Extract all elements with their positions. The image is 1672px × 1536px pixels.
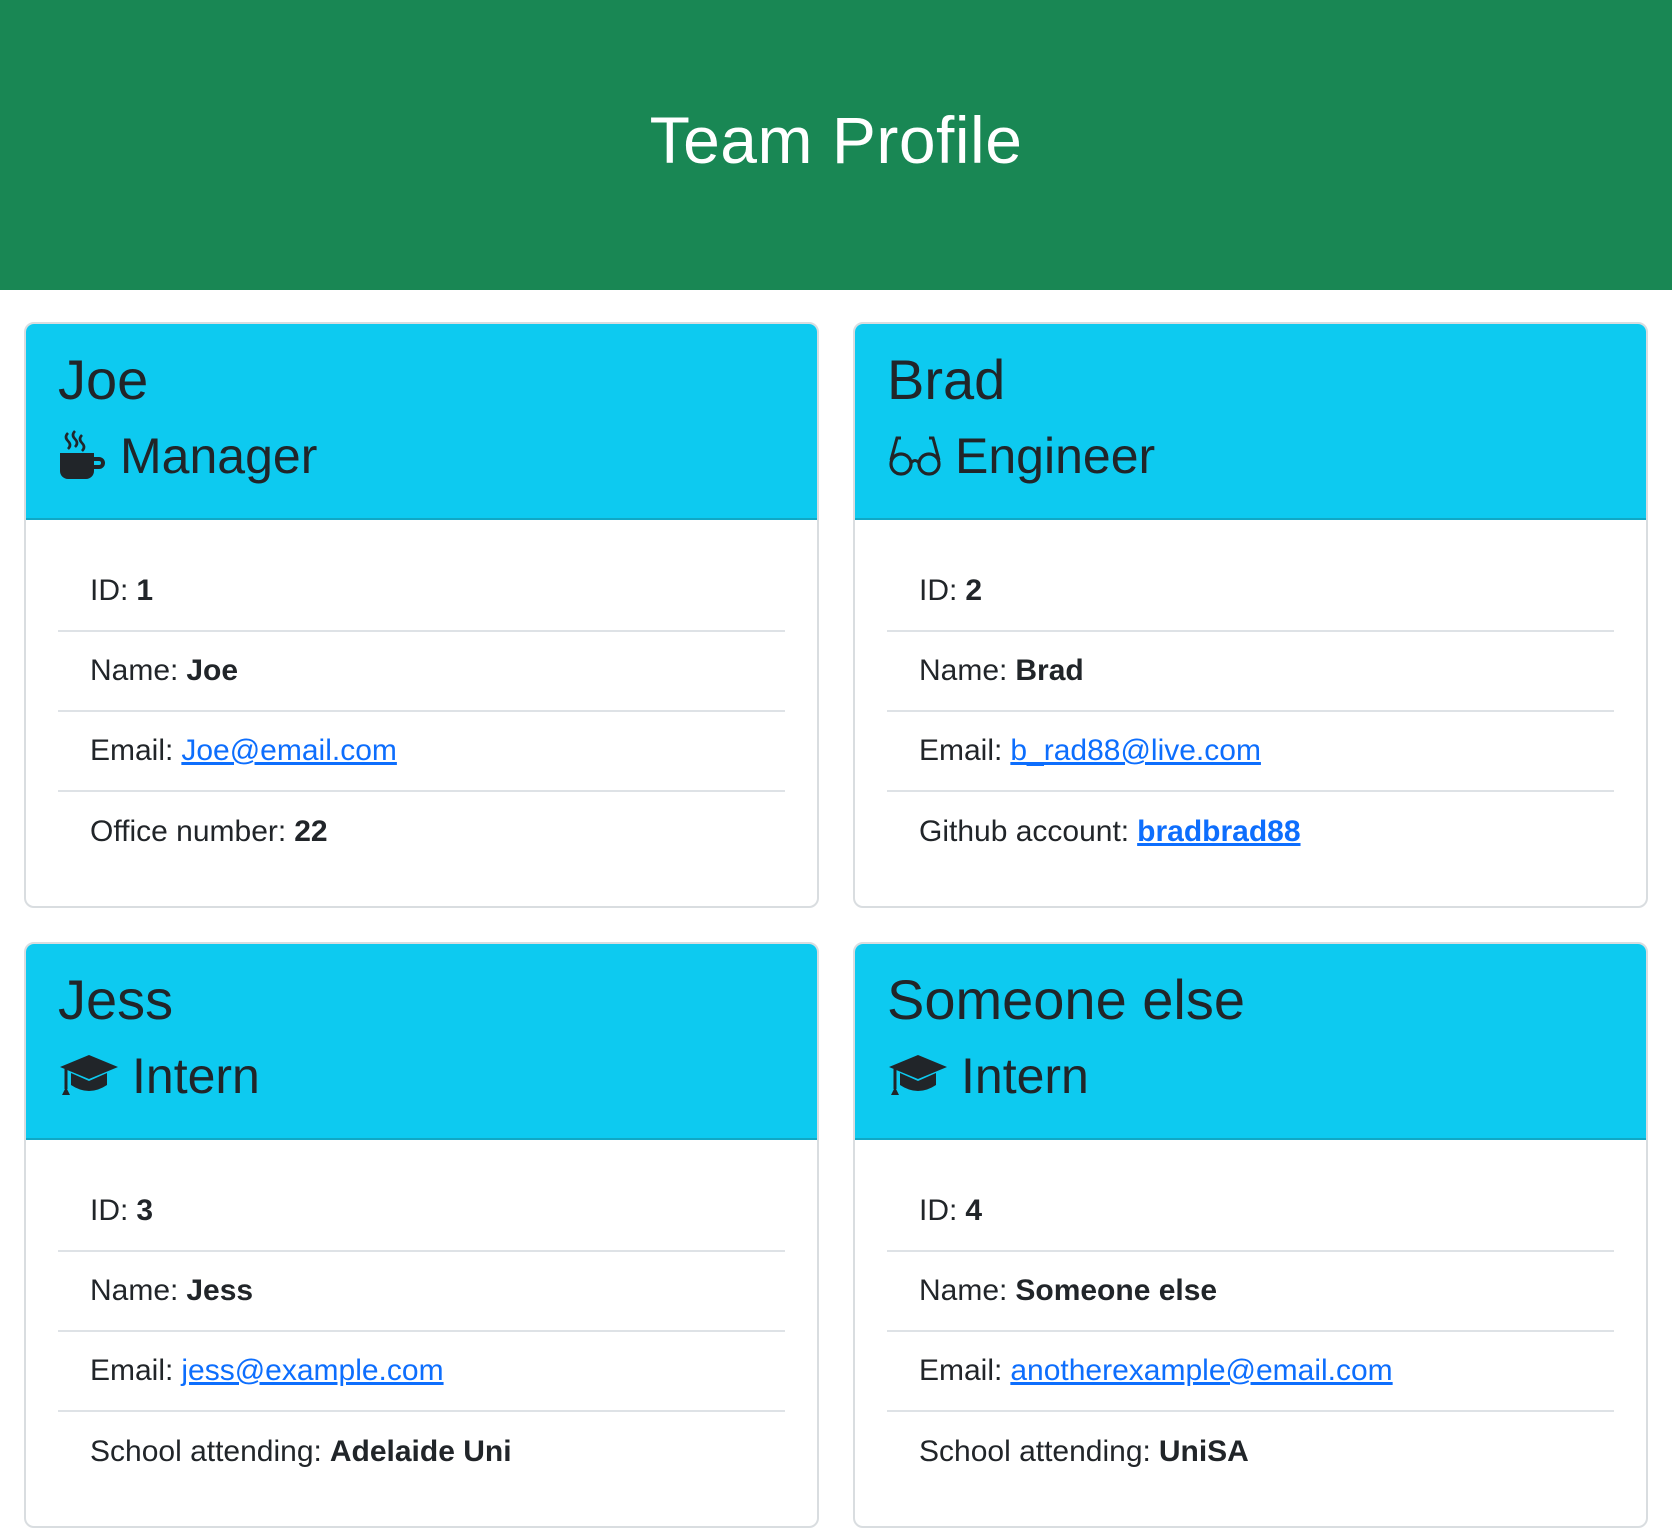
page-title: Team Profile [649, 103, 1023, 177]
email-link[interactable]: b_rad88@live.com [1010, 734, 1261, 768]
card-header: Joe Manager [26, 324, 817, 520]
role-label: Intern [132, 1048, 260, 1104]
detail-id: ID: 4 [887, 1172, 1614, 1252]
employee-card-intern: Jess Intern ID: 3 Name: Jess Email: jess… [24, 942, 819, 1528]
card-header: Jess Intern [26, 944, 817, 1140]
detail-name: Name: Brad [887, 632, 1614, 712]
team-cards: Joe Manager ID: 1 Name: Joe Email: Joe@e… [0, 290, 1672, 1528]
detail-school: School attending: UniSA [919, 1435, 1249, 1468]
detail-email: Email: jess@example.com [58, 1332, 785, 1412]
employee-role: Manager [58, 426, 785, 486]
glasses-icon [887, 434, 943, 478]
employee-name: Jess [58, 968, 174, 1031]
card-header: Brad Engineer [855, 324, 1646, 520]
coffee-icon [58, 429, 108, 483]
detail-github: Github account: bradbrad88 [919, 815, 1301, 849]
card-details: ID: 3 Name: Jess Email: jess@example.com… [26, 1140, 817, 1492]
employee-card-engineer: Brad Engineer ID: 2 Name: Brad Email: b_… [853, 322, 1648, 908]
detail-email: Email: Joe@email.com [58, 712, 785, 792]
graduation-cap-icon [887, 1053, 949, 1099]
role-label: Intern [961, 1048, 1089, 1104]
detail-name: Name: Someone else [887, 1252, 1614, 1332]
employee-card-manager: Joe Manager ID: 1 Name: Joe Email: Joe@e… [24, 322, 819, 908]
employee-role: Intern [887, 1046, 1614, 1106]
detail-email: Email: b_rad88@live.com [887, 712, 1614, 792]
card-header: Someone else Intern [855, 944, 1646, 1140]
github-link[interactable]: bradbrad88 [1137, 815, 1300, 849]
role-label: Engineer [955, 428, 1156, 484]
detail-school: School attending: Adelaide Uni [90, 1435, 512, 1468]
employee-name: Brad [887, 348, 1006, 411]
employee-name: Joe [58, 348, 149, 411]
email-link[interactable]: jess@example.com [181, 1354, 443, 1388]
card-details: ID: 1 Name: Joe Email: Joe@email.com Off… [26, 520, 817, 872]
detail-id: ID: 1 [58, 552, 785, 632]
employee-role: Engineer [887, 426, 1614, 486]
page-header: Team Profile [0, 0, 1672, 290]
detail-name: Name: Joe [58, 632, 785, 712]
card-details: ID: 2 Name: Brad Email: b_rad88@live.com… [855, 520, 1646, 872]
email-link[interactable]: anotherexample@email.com [1010, 1354, 1392, 1388]
detail-name: Name: Jess [58, 1252, 785, 1332]
employee-name: Someone else [887, 968, 1246, 1031]
graduation-cap-icon [58, 1053, 120, 1099]
employee-role: Intern [58, 1046, 785, 1106]
role-label: Manager [120, 428, 318, 484]
detail-office-number: Office number: 22 [90, 815, 328, 848]
detail-id: ID: 3 [58, 1172, 785, 1252]
employee-card-intern: Someone else Intern ID: 4 Name: Someone … [853, 942, 1648, 1528]
detail-email: Email: anotherexample@email.com [887, 1332, 1614, 1412]
detail-id: ID: 2 [887, 552, 1614, 632]
email-link[interactable]: Joe@email.com [181, 734, 397, 768]
card-details: ID: 4 Name: Someone else Email: anothere… [855, 1140, 1646, 1492]
